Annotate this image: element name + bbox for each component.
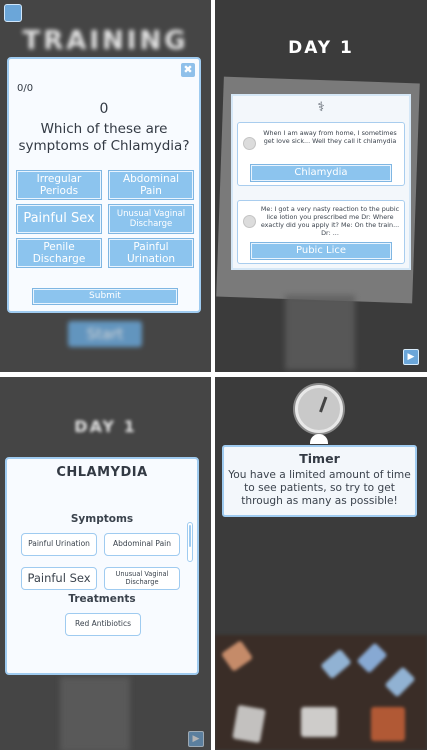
clock-hand — [319, 396, 328, 413]
quiz-progress: 0/0 — [17, 83, 34, 94]
clipboard-icon — [232, 704, 266, 744]
treatment-chip[interactable]: Red Antibiotics — [65, 613, 141, 636]
training-title: TRAINING — [22, 26, 189, 56]
option-painful-sex[interactable]: Painful Sex — [17, 205, 101, 233]
option-painful-urination[interactable]: Painful Urination — [109, 239, 193, 267]
notes-icon — [301, 707, 337, 737]
medicine-pack-icon — [384, 666, 416, 698]
submit-button[interactable]: Submit — [33, 289, 177, 304]
close-icon[interactable]: ✖ — [181, 63, 195, 77]
timer-tooltip: Timer You have a limited amount of time … — [222, 445, 417, 517]
patient-entry: When I am away from home, I sometimes ge… — [237, 122, 405, 186]
patient-avatar — [243, 137, 256, 150]
diagnosis-button-chlamydia[interactable]: Chlamydia — [251, 165, 391, 181]
scrollbar-thumb[interactable] — [189, 525, 191, 547]
stethoscope-icon: ⚕ — [317, 100, 325, 115]
option-unusual-vaginal-discharge[interactable]: Unusual Vaginal Discharge — [109, 205, 193, 233]
option-abdominal-pain[interactable]: Abdominal Pain — [109, 171, 193, 199]
clock-stand — [310, 434, 328, 444]
background-figure — [285, 295, 355, 370]
symptom-chip[interactable]: Painful Urination — [21, 533, 97, 556]
symptoms-heading: Symptoms — [70, 513, 134, 525]
medicine-pack-icon — [320, 648, 352, 680]
pill-icon — [220, 640, 254, 672]
diagnosis-button-pubic-lice[interactable]: Pubic Lice — [251, 243, 391, 259]
desk-surface — [215, 635, 427, 750]
symptoms-scrollbar[interactable] — [187, 522, 193, 562]
next-arrow-icon[interactable]: ▶ — [188, 731, 204, 747]
patient-card: ⚕ When I am away from home, I sometimes … — [231, 94, 411, 270]
day-title: DAY 1 — [74, 417, 137, 436]
symptom-chip[interactable]: Unusual Vaginal Discharge — [104, 567, 180, 590]
menu-corner-button[interactable] — [4, 4, 22, 22]
quiz-score: 0 — [99, 101, 109, 117]
medicine-pack-icon — [356, 642, 388, 674]
disease-info-card: CHLAMYDIA Symptoms Painful Urination Abd… — [5, 457, 199, 675]
timer-description: You have a limited amount of time to see… — [228, 469, 411, 507]
option-irregular-periods[interactable]: Irregular Periods — [17, 171, 101, 199]
quiz-dialog: ✖ 0/0 0 Which of these are symptoms of C… — [7, 57, 201, 313]
next-arrow-icon[interactable]: ▶ — [403, 349, 419, 365]
day-title: DAY 1 — [288, 38, 354, 58]
disease-title: CHLAMYDIA — [56, 465, 148, 480]
background-figure — [60, 677, 130, 750]
clock-icon — [295, 385, 343, 433]
training-quiz-screen: TRAINING Start ✖ 0/0 0 Which of these ar… — [0, 0, 211, 372]
patient-quote: When I am away from home, I sometimes ge… — [263, 129, 397, 145]
treatments-heading: Treatments — [68, 593, 136, 605]
timer-tutorial-screen: Timer You have a limited amount of time … — [215, 377, 427, 750]
patient-entry: Me: I got a very nasty reaction to the p… — [237, 200, 405, 264]
option-penile-discharge[interactable]: Penile Discharge — [17, 239, 101, 267]
diagnosis-screen: DAY 1 ⚕ When I am away from home, I some… — [215, 0, 427, 372]
symptom-chip[interactable]: Abdominal Pain — [104, 533, 180, 556]
book-icon — [371, 707, 405, 741]
patient-avatar — [243, 215, 256, 228]
timer-title: Timer — [299, 451, 340, 466]
start-button[interactable]: Start — [68, 321, 142, 347]
patient-quote: Me: I got a very nasty reaction to the p… — [260, 205, 400, 237]
symptom-chip[interactable]: Painful Sex — [21, 567, 97, 590]
quiz-question: Which of these are symptoms of Chlamydia… — [18, 121, 190, 154]
disease-info-screen: DAY 1 CHLAMYDIA Symptoms Painful Urinati… — [0, 377, 211, 750]
